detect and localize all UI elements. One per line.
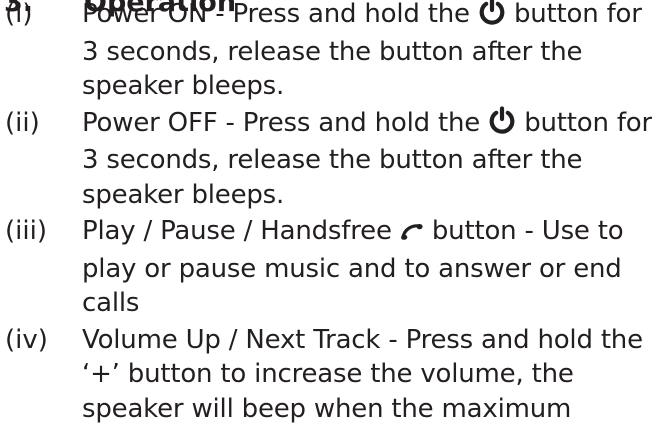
item-text-part: Power OFF - Press and hold the (82, 107, 489, 138)
list-item-power-on: (i) Power ON - Press and hold the button… (0, 0, 652, 104)
power-icon (488, 105, 516, 144)
item-label: (ii) (5, 107, 40, 138)
list-item-play-pause: (iii) Play / Pause / Handsfree button - … (0, 214, 652, 321)
list-item-volume-up: (iv) Volume Up / Next Track - Press and … (0, 323, 652, 427)
item-label: (i) (5, 0, 33, 29)
phone-handset-icon (400, 217, 424, 252)
item-text: Power OFF - Press and hold the button fo… (82, 105, 652, 213)
item-text-part: Power ON - Press and hold the (82, 0, 478, 29)
power-icon (478, 0, 506, 35)
operation-list: (i) Power ON - Press and hold the button… (0, 0, 652, 428)
item-text: Volume Up / Next Track - Press and hold … (82, 324, 643, 424)
item-label: (iii) (5, 216, 47, 246)
item-label: (iv) (5, 324, 48, 355)
list-item-power-off: (ii) Power OFF - Press and hold the butt… (0, 105, 652, 213)
item-text: Power ON - Press and hold the button for… (82, 0, 652, 104)
item-text-part: Play / Pause / Handsfree (82, 216, 400, 246)
item-text: Play / Pause / Handsfree button - Use to… (82, 214, 652, 321)
